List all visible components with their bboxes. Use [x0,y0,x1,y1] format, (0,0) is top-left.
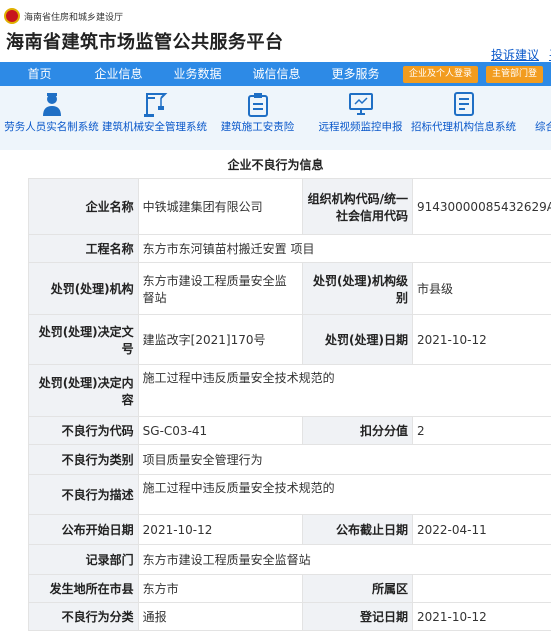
record-dept-label: 记录部门 [28,544,139,575]
table-row: 不良行为描述 施工过程中违反质量安全技术规范的 [28,474,551,515]
worker-icon [42,93,61,116]
tile-machinery-safety[interactable]: 建筑机械安全管理系统 [102,86,207,150]
decision-no-value: 建监改字[2021]170号 [137,314,304,365]
nav-home[interactable]: 首页 [0,62,79,86]
behavior-desc-label: 不良行为描述 [28,474,139,515]
category-value: 通报 [137,602,304,631]
site-header: 海南省住房和城乡建设厅 海南省建筑市场监管公共服务平台 投诉建议 平 [0,0,551,62]
decision-content-value: 施工过程中违反质量安全技术规范的 [137,364,551,417]
authority-value: 东方市建设工程质量安全监督站 [137,262,304,315]
decision-content-label: 处罚(处理)决定内容 [28,364,139,417]
nav-business-data[interactable]: 业务数据 [158,62,237,86]
tile-construction-insurance[interactable]: 建筑施工安责险 [206,86,309,150]
insurance-icon [247,93,268,117]
main-nav: 首页 企业信息 业务数据 诚信信息 更多服务 企业及个人登录 主管部门登 [0,62,551,86]
table-row: 企业名称 中铁城建集团有限公司 组织机构代码/统一社会信用代码 91430000… [28,178,551,235]
tile-bid-evaluation[interactable]: 综合评标系统 [515,86,551,150]
nav-credit-info[interactable]: 诚信信息 [237,62,316,86]
category-label: 不良行为分类 [28,602,139,631]
table-row: 处罚(处理)决定内容 施工过程中违反质量安全技术规范的 [28,364,551,417]
pub-end-label: 公布截止日期 [302,514,413,545]
pub-end-value: 2022-04-11 [411,514,551,545]
reg-date-value: 2021-10-12 [411,602,551,631]
table-row: 处罚(处理)机构 东方市建设工程质量安全监督站 处罚(处理)机构级别 市县级 [28,262,551,315]
site-title: 海南省建筑市场监管公共服务平台 [6,32,284,53]
behavior-code-value: SG-C03-41 [137,416,304,445]
table-row: 不良行为分类 通报 登记日期 2021-10-12 [28,602,551,631]
project-value: 东方市东河镇苗村搬迁安置 项目 [137,234,551,263]
org-code-label: 组织机构代码/统一社会信用代码 [302,178,413,235]
points-label: 扣分分值 [302,416,413,445]
points-value: 2 [411,416,551,445]
table-row: 记录部门 东方市建设工程质量安全监督站 [28,544,551,575]
decision-no-label: 处罚(处理)决定文号 [28,314,139,365]
table-row: 工程名称 东方市东河镇苗村搬迁安置 项目 [28,234,551,263]
nav-more-services[interactable]: 更多服务 [316,62,395,86]
reg-date-label: 登记日期 [302,602,413,631]
district-value [411,574,551,603]
decision-date-label: 处罚(处理)日期 [302,314,413,365]
project-label: 工程名称 [28,234,139,263]
city-value: 东方市 [137,574,304,603]
service-tiles: 劳务人员实名制系统 建筑机械安全管理系统 建筑施工安责险 远程视频监控申报 招标… [0,86,551,150]
company-name-value: 中铁城建集团有限公司 [137,178,304,235]
table-row: 处罚(处理)决定文号 建监改字[2021]170号 处罚(处理)日期 2021-… [28,314,551,365]
table-row: 发生地所在市县 东方市 所属区 [28,574,551,603]
behavior-type-value: 项目质量安全管理行为 [137,444,551,475]
complaint-link[interactable]: 投诉建议 [491,46,539,63]
department-name: 海南省住房和城乡建设厅 [24,12,124,23]
department-line: 海南省住房和城乡建设厅 [4,6,123,26]
table-row: 不良行为类别 项目质量安全管理行为 [28,444,551,475]
tile-remote-video[interactable]: 远程视频监控申报 [309,86,412,150]
pub-start-value: 2021-10-12 [137,514,304,545]
table-row: 公布开始日期 2021-10-12 公布截止日期 2022-04-11 [28,514,551,545]
authority-label: 处罚(处理)机构 [28,262,139,315]
authority-level-value: 市县级 [411,262,551,315]
section-title: 企业不良行为信息 [227,158,324,172]
nav-enterprise-info[interactable]: 企业信息 [79,62,158,86]
tile-labor-realname[interactable]: 劳务人员实名制系统 [0,86,103,150]
header-links: 投诉建议 平 [491,46,551,63]
dept-login-button[interactable]: 主管部门登 [486,65,544,83]
national-emblem-icon [4,8,20,24]
document-icon [453,92,474,116]
violation-info-table: 企业名称 中铁城建集团有限公司 组织机构代码/统一社会信用代码 91430000… [28,178,551,631]
authority-level-label: 处罚(处理)机构级别 [302,262,413,315]
district-label: 所属区 [302,574,413,603]
tile-tender-agency[interactable]: 招标代理机构信息系统 [411,86,516,150]
company-name-label: 企业名称 [28,178,139,235]
decision-date-value: 2021-10-12 [411,314,551,365]
crane-icon [143,93,167,117]
behavior-type-label: 不良行为类别 [28,444,139,475]
city-label: 发生地所在市县 [28,574,139,603]
company-login-button[interactable]: 企业及个人登录 [403,65,479,83]
behavior-desc-value: 施工过程中违反质量安全技术规范的 [137,474,551,515]
table-row: 不良行为代码 SG-C03-41 扣分分值 2 [28,416,551,445]
record-dept-value: 东方市建设工程质量安全监督站 [137,544,551,575]
behavior-code-label: 不良行为代码 [28,416,139,445]
org-code-value: 91430000085432629A [411,178,551,235]
monitor-icon [348,93,373,115]
pub-start-label: 公布开始日期 [28,514,139,545]
